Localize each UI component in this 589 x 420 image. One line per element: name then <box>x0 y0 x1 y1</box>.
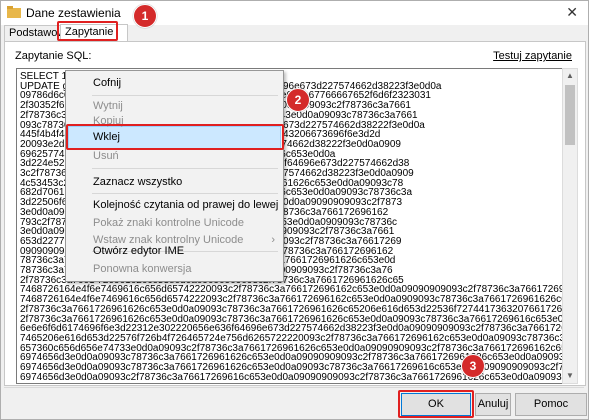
menu-item-reconversion[interactable]: Ponowna konwersja <box>93 259 191 279</box>
scroll-down-icon[interactable]: ▼ <box>563 369 577 383</box>
menu-item-select-all[interactable]: Zaznacz wszystko <box>93 172 182 192</box>
test-query-link[interactable]: Testuj zapytanie <box>493 50 572 62</box>
cancel-button[interactable]: Anuluj <box>475 393 511 416</box>
highlight-box-tab <box>57 21 118 41</box>
folder-app-icon <box>7 6 21 18</box>
tab-basic[interactable]: Podstawowe <box>4 25 71 41</box>
scroll-thumb[interactable] <box>565 85 575 145</box>
menu-separator <box>92 168 278 169</box>
step-badge-2: 2 <box>286 88 310 112</box>
scroll-up-icon[interactable]: ▲ <box>563 69 577 83</box>
menu-item-undo[interactable]: Cofnij <box>93 73 121 93</box>
submenu-arrow-icon: › <box>271 234 275 246</box>
help-button[interactable]: Pomoc <box>515 393 587 416</box>
close-icon[interactable]: ✕ <box>566 4 578 21</box>
menu-item-open-ime[interactable]: Otwórz edytor IME <box>93 241 184 261</box>
sql-query-label: Zapytanie SQL: <box>15 50 92 62</box>
step-badge-3: 3 <box>461 354 485 378</box>
context-menu: Cofnij Wytnij Kopiuj Wklej Usuń Zaznacz … <box>65 70 284 282</box>
step-badge-1: 1 <box>133 4 157 28</box>
highlight-box-paste <box>66 124 284 150</box>
menu-item-rtl-reading-order[interactable]: Kolejność czytania od prawej do lewej <box>93 195 278 215</box>
window-title: Dane zestawienia <box>26 6 121 20</box>
editor-vertical-scrollbar[interactable]: ▲ ▼ <box>562 68 578 384</box>
menu-separator <box>92 193 278 194</box>
divider <box>4 387 584 388</box>
highlight-box-ok <box>398 390 474 418</box>
